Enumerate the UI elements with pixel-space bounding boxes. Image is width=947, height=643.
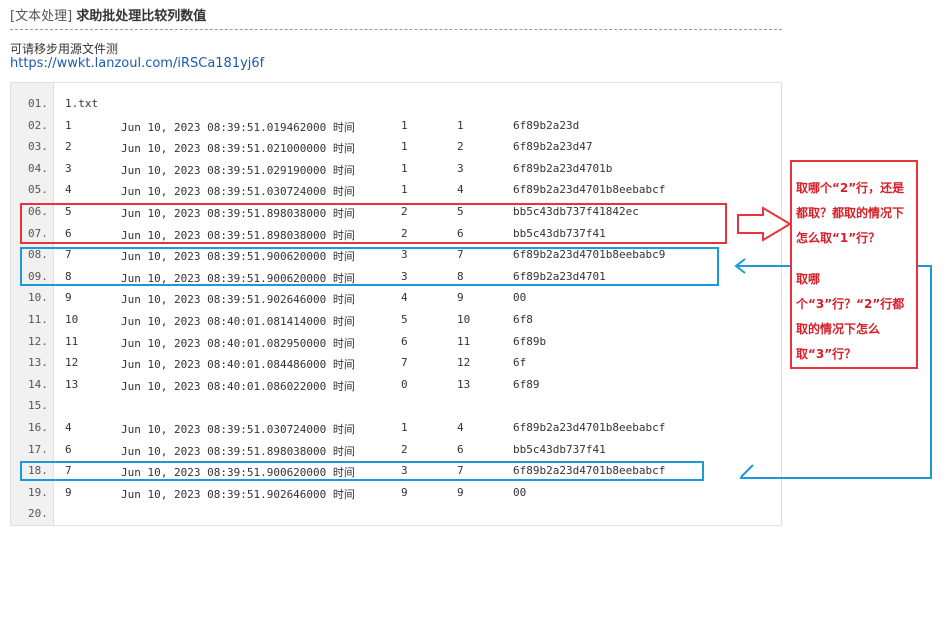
blue-arrowhead-lower-icon	[740, 464, 754, 478]
red-arrow-icon	[737, 206, 792, 242]
annotation-note-box: 取哪个“2”行，还是都取？都取的情况下怎么取“1”行？ 取哪个“3”行？“2”行…	[790, 160, 918, 369]
annotation-question-2: 取哪个“3”行？“2”行都取的情况下怎么取“3”行？	[796, 272, 905, 361]
annotation-question-1: 取哪个“2”行，还是都取？都取的情况下怎么取“1”行？	[796, 181, 905, 245]
